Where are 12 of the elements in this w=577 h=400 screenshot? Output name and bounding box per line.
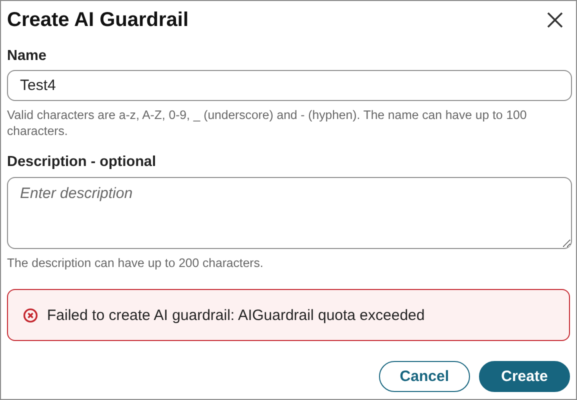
dialog-title: Create AI Guardrail xyxy=(7,8,189,32)
field-label: Description - optional xyxy=(7,154,158,170)
help-text: Valid characters are a-z, A-Z, 0-9, _ (underscore) and - (hyphen). The name can have up to 100 characters. xyxy=(7,107,528,139)
error-message: Failed to create AI guardrail: AIGuardrail quota exceeded xyxy=(47,306,425,324)
description-field[interactable]: Enter description xyxy=(7,177,572,249)
name-field[interactable]: Test4 xyxy=(7,70,572,101)
create-button[interactable]: Create xyxy=(479,361,570,392)
error-icon xyxy=(23,308,38,322)
cancel-button[interactable]: Cancel xyxy=(378,361,470,392)
help-text: The description can have up to 200 characters. xyxy=(7,255,264,271)
field-label: Name xyxy=(7,48,48,64)
close-icon[interactable] xyxy=(546,11,564,29)
